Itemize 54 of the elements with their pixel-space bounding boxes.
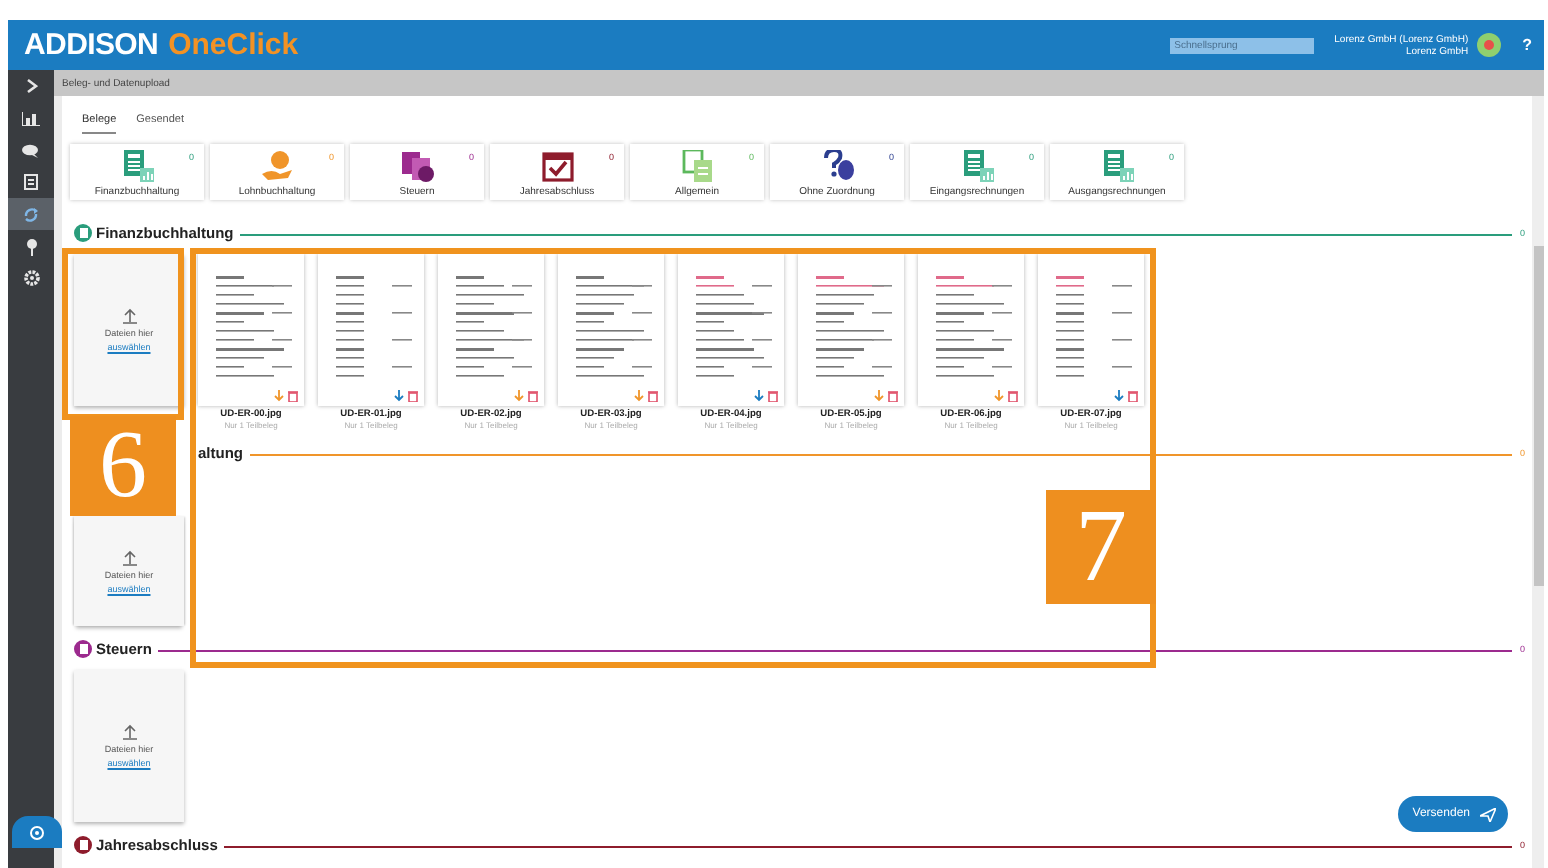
pin-icon [25, 237, 37, 255]
trash-icon [1128, 390, 1138, 402]
calculator-icon [121, 150, 153, 182]
annotation-number: 6 [70, 416, 176, 516]
download-icon [994, 390, 1004, 402]
document-card[interactable] [798, 254, 904, 406]
upload-icon [121, 724, 137, 740]
download-icon [1114, 390, 1124, 402]
trash-icon [648, 390, 658, 402]
annotation-number: 7 [1046, 490, 1156, 604]
logo-text: ADDISON [24, 28, 159, 62]
support-icon [30, 825, 44, 839]
download-icon [514, 390, 524, 402]
scrollbar[interactable] [1532, 96, 1544, 868]
download-icon [274, 390, 284, 402]
chat-icon [22, 143, 40, 157]
chart-icon [22, 111, 40, 125]
document-card[interactable] [558, 254, 664, 406]
calculator-icon [1101, 150, 1133, 182]
document-card[interactable] [438, 254, 544, 406]
trash-icon [408, 390, 418, 402]
help-button[interactable]: ? [1522, 36, 1532, 54]
trash-icon [288, 390, 298, 402]
document-icon [79, 227, 87, 237]
calendar-check-icon [541, 150, 573, 182]
trash-icon [528, 390, 538, 402]
document-card[interactable] [318, 254, 424, 406]
document-card[interactable] [678, 254, 784, 406]
trash-icon [1008, 390, 1018, 402]
support-button[interactable] [12, 816, 62, 848]
paper-plane-icon [1480, 807, 1496, 821]
hand-coin-icon [261, 150, 293, 182]
upload-icon [121, 549, 137, 565]
upload-icon [121, 308, 137, 324]
document-icon [79, 643, 87, 653]
settings-icon [23, 270, 39, 286]
sync-icon [22, 205, 40, 223]
document-icon [24, 174, 38, 190]
download-icon [394, 390, 404, 402]
avatar-icon [1476, 32, 1503, 58]
document-card[interactable] [1038, 254, 1144, 406]
download-icon [874, 390, 884, 402]
question-mark-icon [821, 150, 853, 182]
download-icon [634, 390, 644, 402]
trash-icon [888, 390, 898, 402]
download-icon [754, 390, 764, 402]
trash-icon [768, 390, 778, 402]
document-icon [79, 839, 87, 849]
documents-icon [681, 150, 713, 182]
chevron-icon [25, 78, 37, 94]
document-card[interactable] [198, 254, 304, 406]
logo-accent-text: OneClick [168, 28, 299, 62]
document-card[interactable] [918, 254, 1024, 406]
calculator-icon [961, 150, 993, 182]
